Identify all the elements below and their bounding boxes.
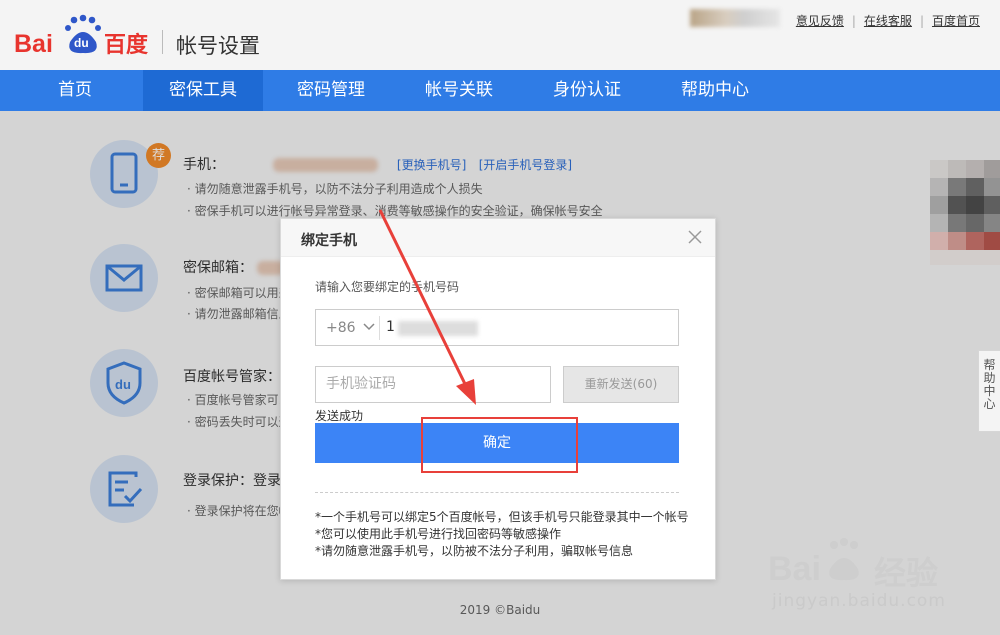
watermark-brand: 经验 bbox=[874, 554, 939, 592]
watermark-url: jingyan.baidu.com bbox=[772, 591, 946, 611]
annotation-highlight-box bbox=[421, 417, 578, 473]
svg-text:Bai: Bai bbox=[768, 550, 821, 588]
